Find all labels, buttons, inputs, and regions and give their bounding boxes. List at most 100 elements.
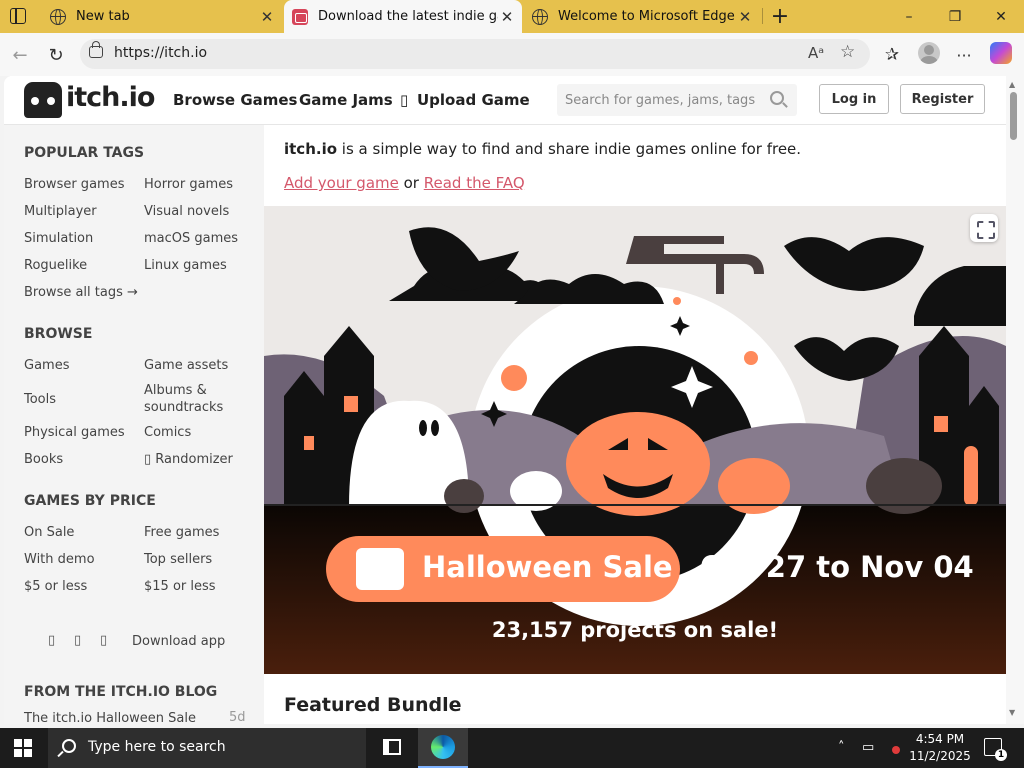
browse-link[interactable]: Physical games: [24, 424, 125, 441]
tab-title: New tab: [76, 9, 130, 24]
price-link[interactable]: With demo: [24, 551, 95, 568]
close-tab-icon[interactable]: ✕: [258, 8, 276, 26]
nav-upload-game[interactable]: Upload Game: [417, 91, 530, 109]
tag-link[interactable]: Linux games: [144, 257, 227, 274]
restore-button[interactable]: ❐: [932, 0, 978, 33]
task-view-icon[interactable]: [383, 739, 401, 755]
taskbar-search[interactable]: Type here to search: [48, 728, 366, 768]
popular-tags-heading: POPULAR TAGS: [24, 145, 145, 161]
itchio-logo[interactable]: itch.io: [24, 82, 158, 120]
minimize-button[interactable]: –: [886, 0, 932, 33]
price-link[interactable]: $15 or less: [144, 578, 216, 595]
read-aloud-icon[interactable]: Aᵃ: [808, 44, 824, 62]
visual-search-icon[interactable]: [970, 214, 998, 242]
reload-button[interactable]: ↻: [40, 39, 72, 71]
price-link[interactable]: On Sale: [24, 524, 74, 541]
url-text[interactable]: https://itch.io: [114, 45, 207, 61]
new-tab-button[interactable]: +: [770, 4, 790, 29]
or-text: or: [398, 174, 424, 192]
read-faq-link[interactable]: Read the FAQ: [424, 174, 525, 192]
tag-link[interactable]: macOS games: [144, 230, 238, 247]
tag-link[interactable]: Browser games: [24, 176, 124, 193]
close-tab-icon[interactable]: ✕: [736, 8, 754, 26]
scrollbar-thumb[interactable]: [1010, 92, 1017, 140]
sale-dates: Oct 27 to Nov 04: [700, 550, 974, 584]
price-link[interactable]: Top sellers: [144, 551, 212, 568]
blog-heading: FROM THE ITCH.IO BLOG: [24, 684, 218, 700]
windows-app-icon[interactable]: ▯: [48, 633, 55, 648]
intro-text: itch.io is a simple way to find and shar…: [284, 140, 801, 158]
volume-muted-icon[interactable]: [892, 746, 900, 754]
search-icon: [62, 739, 76, 753]
macos-app-icon[interactable]: ▯: [74, 633, 81, 648]
profile-avatar[interactable]: [918, 42, 940, 64]
randomizer-link[interactable]: ▯ Randomizer: [144, 451, 233, 468]
scroll-down-arrow-icon[interactable]: ▼: [1009, 708, 1015, 717]
price-link[interactable]: $5 or less: [24, 578, 87, 595]
nav-game-jams[interactable]: Game Jams: [299, 91, 393, 109]
tab-new-tab[interactable]: New tab ✕: [42, 0, 282, 33]
nav-browse-games[interactable]: Browse Games: [173, 91, 297, 109]
tag-link[interactable]: Roguelike: [24, 257, 87, 274]
favorites-icon[interactable]: ✰: [876, 39, 908, 71]
page-scrollbar[interactable]: ▲ ▼: [1006, 76, 1024, 724]
itchio-store-icon: [356, 548, 404, 590]
windows-start-icon[interactable]: [14, 739, 32, 757]
sidebar: POPULAR TAGS Browser games Horror games …: [4, 125, 264, 724]
upload-icon: ▯: [400, 91, 409, 109]
back-button[interactable]: ←: [4, 39, 36, 71]
start-icon-pane: [14, 739, 22, 747]
page-viewport: itch.io Browse Games Game Jams ▯ Upload …: [4, 76, 1006, 724]
tag-link[interactable]: Multiplayer: [24, 203, 97, 220]
tab-actions-icon[interactable]: [10, 8, 26, 24]
tab-welcome-edge[interactable]: Welcome to Microsoft Edge ✕: [524, 0, 760, 33]
taskbar-clock[interactable]: 4:54 PM 11/2/2025: [906, 731, 974, 765]
copilot-icon[interactable]: [990, 42, 1012, 64]
more-menu-icon[interactable]: ···: [948, 39, 980, 71]
itchio-logo-icon: [24, 82, 62, 118]
start-icon-pane: [24, 739, 32, 747]
search-input[interactable]: [565, 90, 760, 110]
browse-link[interactable]: Books: [24, 451, 63, 468]
login-button[interactable]: Log in: [819, 84, 889, 114]
site-search: [557, 84, 797, 116]
tray-chevron-icon[interactable]: ˄: [838, 740, 845, 755]
edge-icon: [431, 735, 455, 759]
download-app-link[interactable]: Download app: [132, 633, 225, 650]
intro-brand: itch.io: [284, 140, 338, 158]
blog-post-link[interactable]: The itch.io Halloween Sale: [24, 710, 196, 724]
price-link[interactable]: Free games: [144, 524, 219, 541]
browse-link[interactable]: Game assets: [144, 357, 228, 374]
halloween-sale-banner[interactable]: Halloween Sale Oct 27 to Nov 04 23,157 p…: [264, 206, 1006, 674]
halloween-banner-art: [264, 206, 1006, 674]
browse-link[interactable]: Comics: [144, 424, 191, 441]
taskbar-search-text: Type here to search: [88, 739, 226, 755]
clock-time: 4:54 PM: [915, 732, 965, 746]
browser-tab-strip: New tab ✕ Download the latest indie game…: [0, 0, 1024, 33]
browse-link[interactable]: Games: [24, 357, 69, 374]
globe-icon: [50, 8, 66, 25]
notification-center-icon[interactable]: 1: [984, 738, 1007, 761]
browse-link[interactable]: Albums & soundtracks: [144, 382, 244, 416]
browse-all-tags-link[interactable]: Browse all tags →: [24, 284, 138, 301]
close-window-button[interactable]: ✕: [978, 0, 1024, 33]
logo-text: itch.io: [66, 82, 155, 113]
tag-link[interactable]: Simulation: [24, 230, 93, 247]
browse-link[interactable]: Tools: [24, 391, 56, 408]
register-button[interactable]: Register: [900, 84, 985, 114]
itchio-favicon-icon: [292, 8, 308, 25]
close-tab-icon[interactable]: ✕: [498, 8, 516, 26]
add-your-game-link[interactable]: Add your game: [284, 174, 399, 192]
tag-link[interactable]: Horror games: [144, 176, 233, 193]
favorite-star-icon[interactable]: ☆: [840, 42, 855, 62]
globe-icon: [532, 8, 548, 25]
network-icon[interactable]: ▭: [862, 740, 874, 755]
search-icon[interactable]: [770, 91, 784, 105]
address-bar[interactable]: https://itch.io Aᵃ ☆: [80, 39, 870, 69]
tab-itchio[interactable]: Download the latest indie games ✕: [284, 0, 522, 33]
edge-taskbar-button[interactable]: [418, 728, 468, 768]
tag-link[interactable]: Visual novels: [144, 203, 229, 220]
scroll-up-arrow-icon[interactable]: ▲: [1009, 80, 1015, 89]
linux-app-icon[interactable]: ▯: [100, 633, 107, 648]
lock-icon[interactable]: [89, 41, 103, 58]
